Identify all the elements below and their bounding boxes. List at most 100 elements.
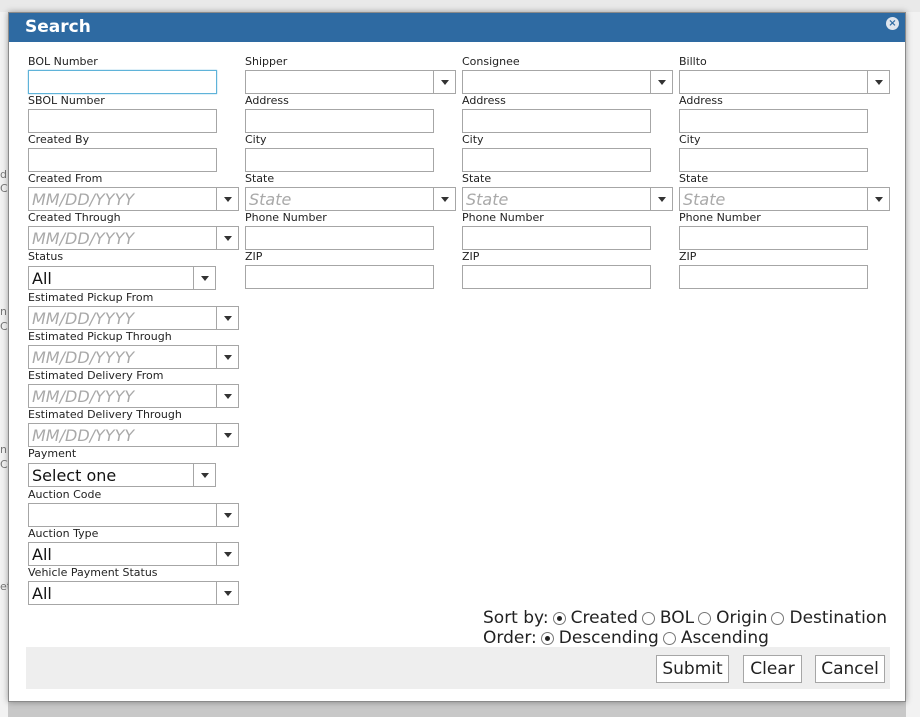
consignee-city-input[interactable] xyxy=(462,148,651,172)
sort-destination-radio[interactable] xyxy=(771,611,785,625)
chevron-down-icon[interactable] xyxy=(650,188,672,210)
shipper-state-select[interactable]: State xyxy=(245,187,456,211)
shipper-phone-label: Phone Number xyxy=(245,211,327,224)
order-ascending-radio[interactable] xyxy=(662,631,676,645)
billto-city-input[interactable] xyxy=(679,148,868,172)
sbol-number-input[interactable] xyxy=(28,109,217,133)
date-placeholder: MM/DD/YYYY xyxy=(32,190,135,209)
chevron-down-icon[interactable] xyxy=(216,424,238,446)
clear-button[interactable]: Clear xyxy=(743,655,802,683)
order-group: Order: Descending Ascending xyxy=(483,628,769,648)
shipper-address-label: Address xyxy=(245,94,289,107)
sort-created-radio[interactable] xyxy=(552,611,566,625)
chevron-down-icon[interactable] xyxy=(216,385,238,407)
billto-zip-input[interactable] xyxy=(679,265,868,289)
order-label: Order: xyxy=(483,628,537,648)
state-placeholder: State xyxy=(249,190,292,209)
search-dialog: Search × BOL Number SBOL Number Created … xyxy=(8,12,906,702)
sort-origin-radio[interactable] xyxy=(698,611,712,625)
billto-state-select[interactable]: State xyxy=(679,187,890,211)
background-text: C xyxy=(0,182,8,195)
chevron-down-icon[interactable] xyxy=(216,346,238,368)
sort-bol-radio[interactable] xyxy=(641,611,655,625)
consignee-address-label: Address xyxy=(462,94,506,107)
close-icon[interactable]: × xyxy=(886,17,899,30)
chevron-down-icon[interactable] xyxy=(193,464,215,486)
vehicle-payment-status-value: All xyxy=(32,584,52,603)
date-placeholder: MM/DD/YYYY xyxy=(32,309,135,328)
order-descending-radio[interactable] xyxy=(540,631,554,645)
state-placeholder: State xyxy=(683,190,726,209)
bol-number-input[interactable] xyxy=(28,70,217,94)
auction-code-label: Auction Code xyxy=(28,488,102,501)
chevron-down-icon[interactable] xyxy=(867,71,889,93)
billto-state-label: State xyxy=(679,172,709,185)
dialog-footer: Submit Clear Cancel xyxy=(26,647,890,689)
created-by-input[interactable] xyxy=(28,148,217,172)
consignee-phone-input[interactable] xyxy=(462,226,651,250)
chevron-down-icon[interactable] xyxy=(650,71,672,93)
vehicle-payment-status-label: Vehicle Payment Status xyxy=(28,566,158,579)
shipper-phone-input[interactable] xyxy=(245,226,434,250)
shipper-address-input[interactable] xyxy=(245,109,434,133)
est-delivery-from-label: Estimated Delivery From xyxy=(28,369,164,382)
consignee-city-label: City xyxy=(462,133,484,146)
dialog-title: Search xyxy=(25,17,91,37)
sort-origin-label[interactable]: Origin xyxy=(716,608,767,628)
order-descending-label[interactable]: Descending xyxy=(559,628,659,648)
shipper-select[interactable] xyxy=(245,70,456,94)
cancel-button[interactable]: Cancel xyxy=(815,655,885,683)
created-through-label: Created Through xyxy=(28,211,121,224)
sort-created-label[interactable]: Created xyxy=(571,608,638,628)
est-pickup-through-date-picker[interactable]: MM/DD/YYYY xyxy=(28,345,239,369)
consignee-select[interactable] xyxy=(462,70,673,94)
chevron-down-icon[interactable] xyxy=(216,307,238,329)
chevron-down-icon[interactable] xyxy=(216,504,238,526)
chevron-down-icon[interactable] xyxy=(216,582,238,604)
auction-type-select[interactable]: All xyxy=(28,542,239,566)
background-text: C xyxy=(0,320,8,333)
chevron-down-icon[interactable] xyxy=(193,267,215,289)
chevron-down-icon[interactable] xyxy=(216,188,238,210)
shipper-state-label: State xyxy=(245,172,275,185)
vehicle-payment-status-select[interactable]: All xyxy=(28,581,239,605)
chevron-down-icon[interactable] xyxy=(433,188,455,210)
est-delivery-from-date-picker[interactable]: MM/DD/YYYY xyxy=(28,384,239,408)
est-pickup-from-date-picker[interactable]: MM/DD/YYYY xyxy=(28,306,239,330)
consignee-zip-input[interactable] xyxy=(462,265,651,289)
sort-by-label: Sort by: xyxy=(483,608,549,628)
shipper-city-input[interactable] xyxy=(245,148,434,172)
sort-bol-label[interactable]: BOL xyxy=(660,608,694,628)
date-placeholder: MM/DD/YYYY xyxy=(32,348,135,367)
background-left-edge: d C n C n C et xyxy=(0,12,11,717)
chevron-down-icon[interactable] xyxy=(216,543,238,565)
consignee-address-input[interactable] xyxy=(462,109,651,133)
chevron-down-icon[interactable] xyxy=(867,188,889,210)
background-text: n xyxy=(0,443,7,456)
billto-address-input[interactable] xyxy=(679,109,868,133)
est-delivery-through-label: Estimated Delivery Through xyxy=(28,408,182,421)
sort-destination-label[interactable]: Destination xyxy=(789,608,887,628)
shipper-label: Shipper xyxy=(245,55,288,68)
est-pickup-from-label: Estimated Pickup From xyxy=(28,291,154,304)
created-through-date-picker[interactable]: MM/DD/YYYY xyxy=(28,226,239,250)
created-from-date-picker[interactable]: MM/DD/YYYY xyxy=(28,187,239,211)
est-delivery-through-date-picker[interactable]: MM/DD/YYYY xyxy=(28,423,239,447)
status-select[interactable]: All xyxy=(28,266,216,290)
order-ascending-label[interactable]: Ascending xyxy=(681,628,769,648)
billto-select[interactable] xyxy=(679,70,890,94)
shipper-zip-input[interactable] xyxy=(245,265,434,289)
payment-value: Select one xyxy=(32,466,117,485)
chevron-down-icon[interactable] xyxy=(433,71,455,93)
consignee-phone-label: Phone Number xyxy=(462,211,544,224)
chevron-down-icon[interactable] xyxy=(216,227,238,249)
consignee-label: Consignee xyxy=(462,55,520,68)
submit-button[interactable]: Submit xyxy=(656,655,729,683)
billto-city-label: City xyxy=(679,133,701,146)
est-pickup-through-label: Estimated Pickup Through xyxy=(28,330,172,343)
payment-select[interactable]: Select one xyxy=(28,463,216,487)
billto-phone-input[interactable] xyxy=(679,226,868,250)
consignee-state-select[interactable]: State xyxy=(462,187,673,211)
auction-code-select[interactable] xyxy=(28,503,239,527)
billto-zip-label: ZIP xyxy=(679,250,697,263)
